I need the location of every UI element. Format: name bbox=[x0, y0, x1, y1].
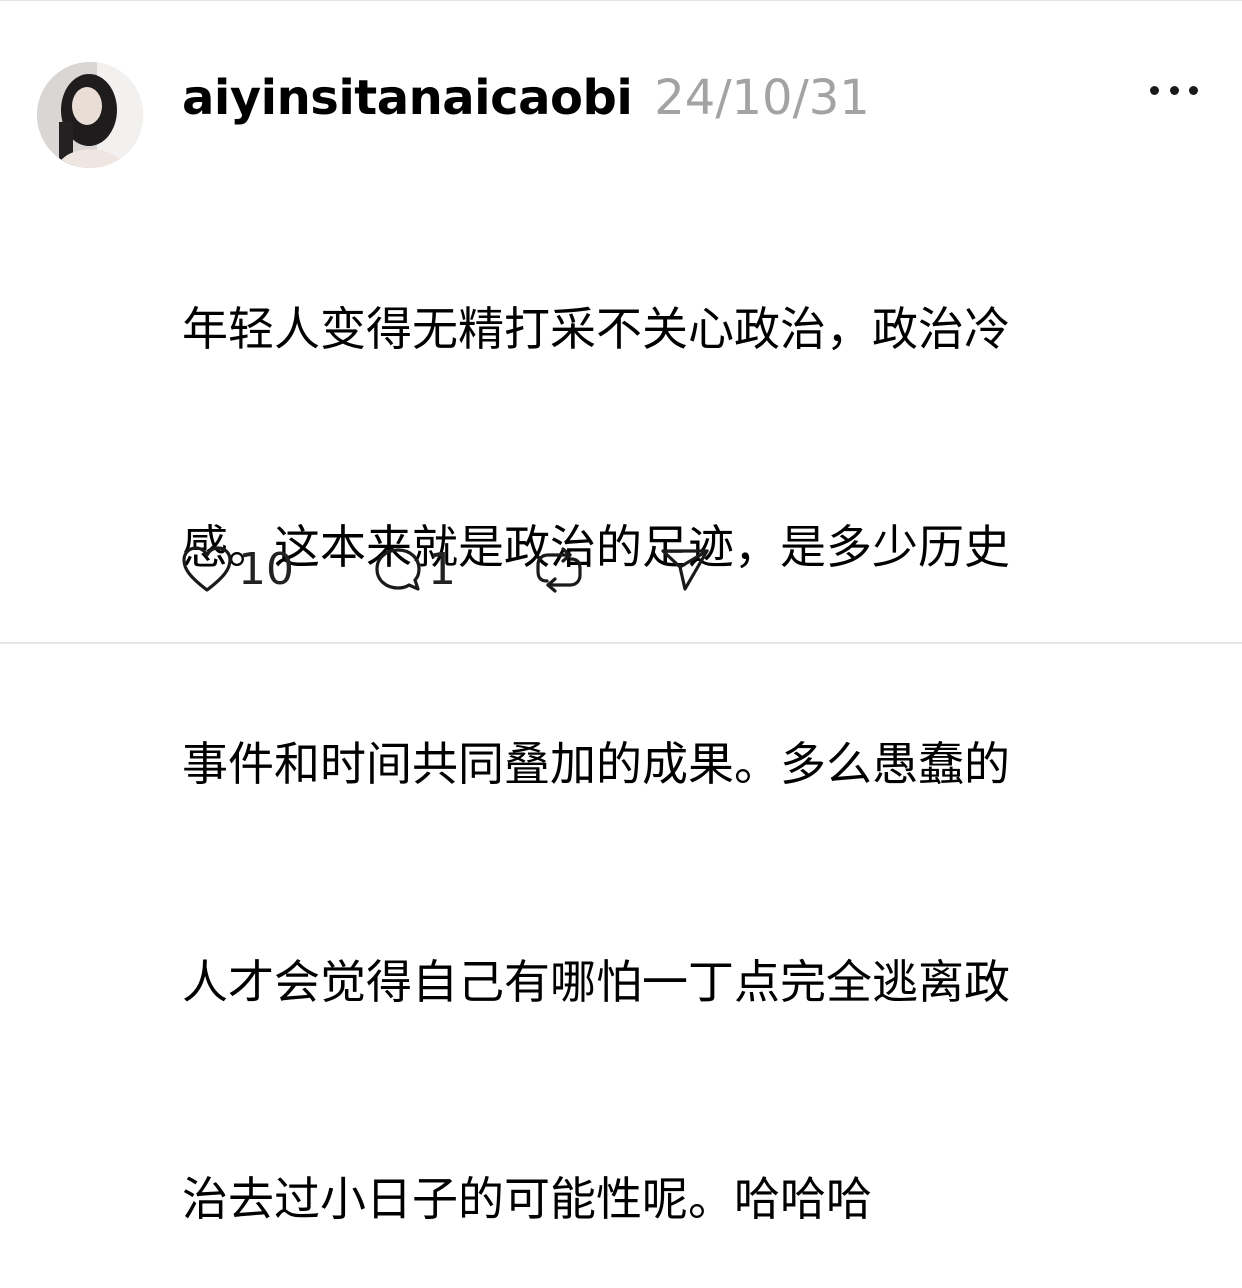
dot bbox=[1169, 85, 1179, 95]
avatar-image bbox=[37, 62, 143, 168]
repost-button[interactable] bbox=[532, 540, 586, 600]
heart-icon bbox=[182, 546, 232, 592]
dot bbox=[1189, 85, 1198, 95]
top-divider bbox=[0, 0, 1242, 1]
post-text-line: 人才会觉得自己有哪怕一丁点完全逃离政 bbox=[182, 954, 1010, 1009]
comment-bubble-icon bbox=[375, 548, 421, 591]
like-count: 10 bbox=[238, 544, 294, 595]
reply-count: 1 bbox=[428, 544, 456, 595]
avatar[interactable] bbox=[37, 62, 143, 168]
post-header: aiyinsitanaicaobi 24/10/31 bbox=[182, 56, 870, 128]
username[interactable]: aiyinsitanaicaobi bbox=[182, 68, 633, 128]
send-icon bbox=[661, 549, 709, 591]
dot bbox=[1150, 85, 1159, 95]
post-text-line: 治去过小日子的可能性呢。哈哈哈 bbox=[182, 1172, 872, 1226]
post-text-line: 事件和时间共同叠加的成果。多么愚蠢的 bbox=[182, 737, 1010, 791]
reply-button[interactable]: 1 bbox=[372, 540, 456, 600]
repost-icon bbox=[536, 547, 582, 593]
post-text: 年轻人变得无精打采不关心政治，政治冷 感。这本来就是政治的足迹，是多少历史 事件… bbox=[182, 148, 1202, 1288]
post-text-line: 年轻人变得无精打采不关心政治，政治冷 bbox=[182, 302, 1010, 356]
share-button[interactable] bbox=[658, 540, 712, 600]
more-dots-icon[interactable] bbox=[1150, 82, 1198, 98]
timestamp: 24/10/31 bbox=[654, 70, 870, 126]
like-button[interactable]: 10 bbox=[180, 540, 294, 600]
